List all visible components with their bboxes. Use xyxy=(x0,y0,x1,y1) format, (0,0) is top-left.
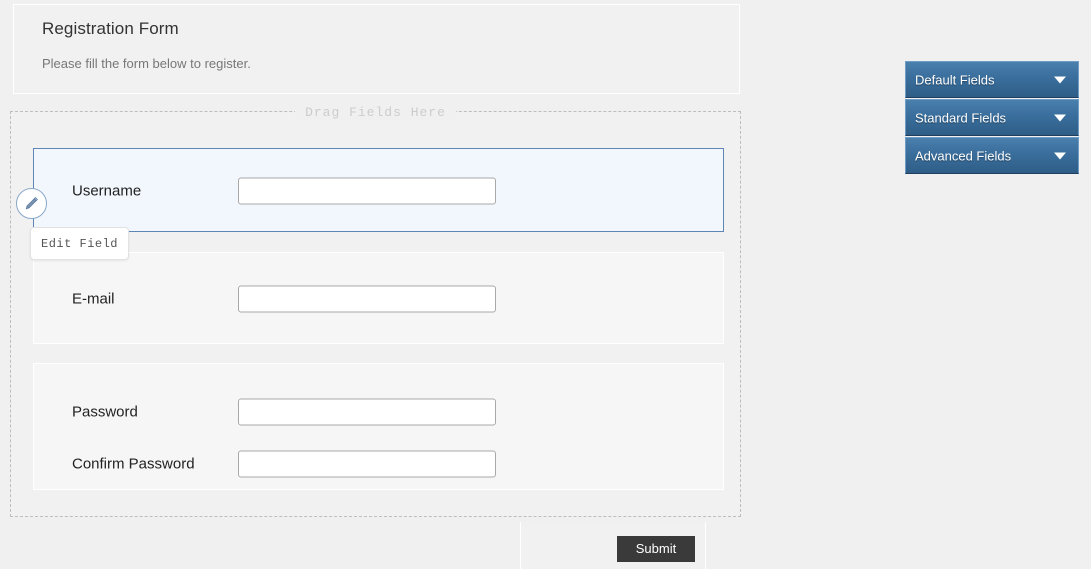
sidebar-panel-standard-fields[interactable]: Standard Fields xyxy=(905,99,1079,136)
form-header-panel: Registration Form Please fill the form b… xyxy=(13,4,740,94)
submit-button[interactable]: Submit xyxy=(617,536,695,562)
page-title: Registration Form xyxy=(42,19,179,38)
dropzone-legend: Drag Fields Here xyxy=(11,103,740,121)
field-row-password: Password xyxy=(34,384,723,440)
email-input[interactable] xyxy=(238,285,496,313)
submit-area: Submit xyxy=(520,522,706,569)
edit-field-tooltip-label: Edit Field xyxy=(41,236,119,251)
field-block-email[interactable]: E-mail xyxy=(33,252,724,344)
dropzone-legend-label: Drag Fields Here xyxy=(295,105,456,120)
chevron-down-icon xyxy=(1054,76,1066,83)
edit-field-handle[interactable] xyxy=(16,188,47,219)
field-label-confirm-password: Confirm Password xyxy=(72,455,195,473)
page-subtitle: Please fill the form below to register. xyxy=(42,56,251,71)
form-builder-page: Registration Form Please fill the form b… xyxy=(0,0,1091,569)
sidebar-panel-label: Standard Fields xyxy=(915,110,1007,125)
confirm-password-input[interactable] xyxy=(238,450,496,478)
pencil-icon xyxy=(23,195,40,212)
chevron-down-icon xyxy=(1054,114,1066,121)
field-row-username: Username xyxy=(34,149,723,233)
field-label-password: Password xyxy=(72,403,138,421)
field-block-username[interactable]: Username xyxy=(33,148,724,232)
field-label-email: E-mail xyxy=(72,290,115,308)
password-input[interactable] xyxy=(238,398,496,426)
sidebar-panel-advanced-fields[interactable]: Advanced Fields xyxy=(905,137,1079,174)
sidebar-panel-label: Advanced Fields xyxy=(915,148,1012,163)
edit-field-tooltip: Edit Field xyxy=(30,227,130,260)
field-block-password[interactable]: Password Confirm Password xyxy=(33,363,724,490)
chevron-down-icon xyxy=(1054,152,1066,159)
field-row-email: E-mail xyxy=(34,253,723,345)
field-row-confirm-password: Confirm Password xyxy=(34,440,723,488)
username-input[interactable] xyxy=(238,177,496,205)
field-palette-sidebar: Default Fields Standard Fields Advanced … xyxy=(905,61,1079,175)
drag-fields-dropzone[interactable]: Drag Fields Here Username E-mail Passwor… xyxy=(10,105,741,517)
sidebar-panel-default-fields[interactable]: Default Fields xyxy=(905,61,1079,98)
field-label-username: Username xyxy=(72,182,142,200)
sidebar-panel-label: Default Fields xyxy=(915,72,995,87)
